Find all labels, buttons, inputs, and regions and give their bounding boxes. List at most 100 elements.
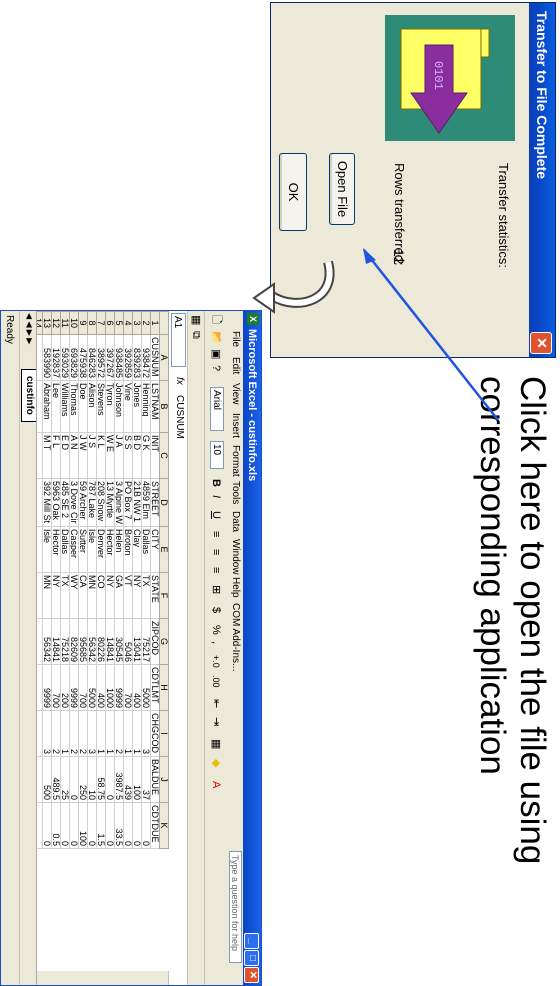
cell[interactable]: 0 — [60, 802, 70, 849]
cell[interactable]: 5000 — [87, 664, 97, 711]
cell[interactable]: 938472 — [141, 334, 151, 381]
cell[interactable]: 3 Dove Cir — [69, 478, 79, 527]
cell[interactable]: 1 — [105, 710, 115, 757]
cell[interactable]: 4859 Elm — [141, 478, 151, 527]
cell[interactable]: 37 — [141, 756, 151, 803]
cell[interactable]: Denver — [96, 526, 106, 573]
menu-insert[interactable]: Insert — [227, 413, 243, 438]
cell[interactable]: 3 — [87, 710, 97, 757]
help-icon[interactable]: ? — [209, 365, 223, 371]
fx-icon[interactable]: fx — [174, 377, 185, 385]
cell[interactable]: 397267 — [105, 334, 115, 381]
cell[interactable]: 700 — [51, 664, 61, 711]
cell[interactable]: Jones — [132, 380, 142, 433]
cell[interactable]: 58.75 — [96, 756, 106, 803]
worksheet-grid[interactable]: ABCDEFGHIJK 1 CUSNUM LSTNAM INIT STREET CITY S… — [24, 311, 169, 971]
cell[interactable]: 3 — [141, 710, 151, 757]
cell[interactable]: 1.5 — [96, 802, 106, 849]
cell[interactable]: 5000 — [141, 664, 151, 711]
cell[interactable]: S S — [123, 432, 133, 479]
column-header[interactable]: G — [159, 618, 169, 665]
cell[interactable]: Broton — [123, 526, 133, 573]
cell[interactable]: 75217 — [141, 618, 151, 665]
borders-icon[interactable]: ▦ — [209, 739, 223, 749]
row-header[interactable]: 7 — [96, 311, 106, 335]
cell[interactable]: 80226 — [96, 618, 106, 665]
cell[interactable]: 392 Mill St — [42, 478, 52, 527]
cell[interactable]: CHGCOD — [150, 710, 160, 757]
cell[interactable]: 192837 — [51, 334, 61, 381]
column-header[interactable]: C — [159, 432, 169, 479]
column-header[interactable]: H — [159, 664, 169, 711]
row-header[interactable]: 10 — [69, 311, 79, 335]
column-header[interactable]: F — [159, 572, 169, 619]
cell[interactable]: PO Box 7 — [123, 478, 133, 527]
font-color-icon[interactable]: A — [209, 781, 223, 788]
merge-center-icon[interactable]: ⊞ — [209, 585, 223, 594]
percent-icon[interactable]: % — [209, 625, 223, 635]
cell[interactable]: Tyron — [105, 380, 115, 433]
cell[interactable]: TX — [60, 572, 70, 619]
new-icon[interactable]: 🗋 — [209, 315, 223, 324]
increase-indent-icon[interactable]: ⇥ — [209, 717, 223, 726]
cell[interactable]: 56342 — [42, 618, 52, 665]
cell[interactable]: TX — [141, 572, 151, 619]
cell[interactable]: 2 — [69, 710, 79, 757]
cell[interactable]: J A — [114, 432, 124, 479]
cell[interactable]: 0 — [69, 756, 79, 803]
align-left-icon[interactable]: ≡ — [209, 531, 223, 537]
formula-input[interactable]: CUSNUM — [174, 395, 185, 439]
align-center-icon[interactable]: ≡ — [209, 549, 223, 555]
cell[interactable]: 700 — [78, 664, 88, 711]
cell[interactable]: BALDUE — [150, 756, 160, 803]
currency-icon[interactable]: $ — [209, 607, 223, 613]
name-box[interactable]: A1 — [171, 313, 186, 367]
cell[interactable]: 0 — [105, 802, 115, 849]
bold-icon[interactable]: B — [209, 479, 223, 487]
cell[interactable]: Abraham — [42, 380, 52, 433]
column-header[interactable]: A — [159, 334, 169, 381]
row-header[interactable]: 1 — [150, 311, 160, 335]
cell[interactable]: 3987.5 — [114, 756, 124, 803]
maximize-icon[interactable]: □ — [244, 950, 259, 966]
row-header[interactable]: 4 — [123, 311, 133, 335]
cell[interactable]: 846283 — [87, 334, 97, 381]
row-header[interactable]: 5 — [114, 311, 124, 335]
cell[interactable]: Williams — [60, 380, 70, 433]
cell[interactable]: 583990 — [42, 334, 52, 381]
cell[interactable]: 0.5 — [51, 802, 61, 849]
cell[interactable]: 0 — [141, 802, 151, 849]
font-name-select[interactable]: Arial — [210, 387, 224, 431]
decrease-indent-icon[interactable]: ⇤ — [209, 699, 223, 708]
cell[interactable]: 1 — [96, 710, 106, 757]
cell[interactable]: 100 — [132, 756, 142, 803]
cell[interactable]: 0 — [123, 802, 133, 849]
cell[interactable]: 10 — [87, 756, 97, 803]
column-header[interactable]: D — [159, 478, 169, 527]
cell[interactable]: J W — [78, 432, 88, 479]
cell[interactable]: 2 — [78, 710, 88, 757]
cell[interactable]: 33.5 — [114, 802, 124, 849]
increase-decimal-icon[interactable]: +.0 — [209, 655, 223, 668]
cell[interactable]: Lee — [51, 380, 61, 433]
cell[interactable]: W E — [105, 432, 115, 479]
row-header[interactable]: 2 — [141, 311, 151, 335]
cell[interactable]: 9999 — [69, 664, 79, 711]
fill-color-icon[interactable]: ◆ — [209, 759, 223, 767]
cell[interactable]: 2 — [114, 710, 124, 757]
excel-close-icon[interactable]: ✕ — [244, 967, 259, 983]
cell[interactable]: B D — [132, 432, 142, 479]
cell[interactable]: 400 — [132, 664, 142, 711]
cell[interactable]: 9999 — [42, 664, 52, 711]
copy-icon[interactable]: ⧉ — [189, 331, 203, 339]
cell[interactable]: Dallas — [60, 526, 70, 573]
cell[interactable]: 500 — [42, 756, 52, 803]
worksheet-table[interactable]: ABCDEFGHIJK 1 CUSNUM LSTNAM INIT STREET CITY S… — [24, 311, 169, 849]
cell[interactable]: 14841 — [105, 618, 115, 665]
menu-help[interactable]: Help — [227, 577, 243, 598]
font-size-select[interactable]: 10 — [210, 441, 224, 469]
column-header[interactable]: E — [159, 526, 169, 573]
cell[interactable]: 56342 — [87, 618, 97, 665]
cell[interactable]: 392859 — [123, 334, 133, 381]
cell[interactable]: 3 Alpine W — [114, 478, 124, 527]
